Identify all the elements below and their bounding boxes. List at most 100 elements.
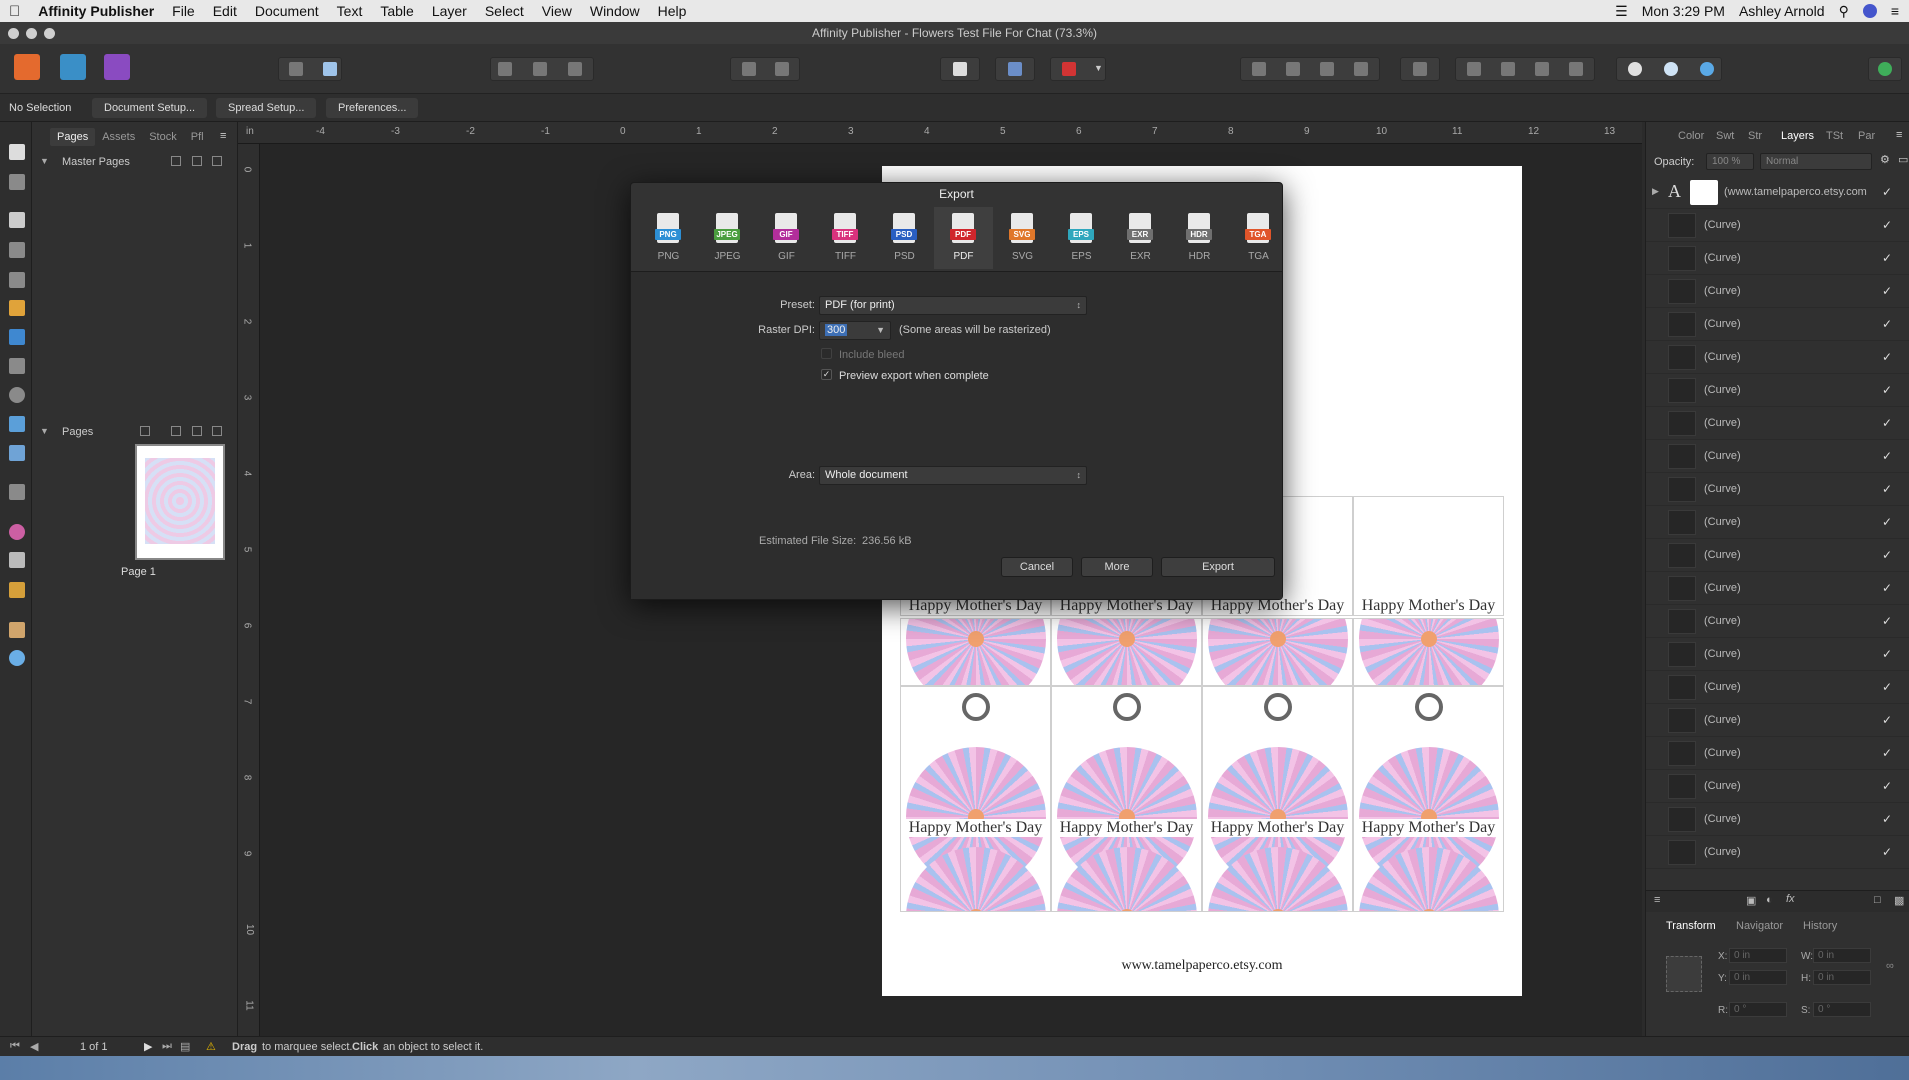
vertical-ruler[interactable]: 0 1 2 3 4 5 6 7 8 9 10 11: [238, 144, 260, 1042]
last-page-icon[interactable]: ⏭: [162, 1040, 172, 1053]
layer-visible-check[interactable]: ✓: [1882, 779, 1892, 793]
tab-pages[interactable]: Pages: [50, 128, 96, 146]
tab-history[interactable]: History: [1803, 920, 1837, 932]
cancel-button[interactable]: Cancel: [1001, 557, 1073, 577]
layer-row[interactable]: (Curve) ✓: [1646, 506, 1909, 539]
opacity-field[interactable]: 100 %: [1706, 153, 1754, 170]
adjustment-icon[interactable]: ◐: [1766, 894, 1773, 906]
layer-row[interactable]: (Curve) ✓: [1646, 671, 1909, 704]
user-account-icon[interactable]: [1878, 62, 1892, 76]
layer-visible-check[interactable]: ✓: [1882, 746, 1892, 760]
layer-row[interactable]: (Curve) ✓: [1646, 539, 1909, 572]
format-pdf[interactable]: PDF PDF: [934, 207, 993, 269]
layer-visible-check[interactable]: ✓: [1882, 548, 1892, 562]
subtract-shape-icon[interactable]: [1664, 62, 1678, 76]
fill-tool-icon[interactable]: [9, 552, 25, 568]
layer-visible-check[interactable]: ✓: [1882, 284, 1892, 298]
tab-navigator[interactable]: Navigator: [1736, 920, 1783, 932]
layer-row[interactable]: (Curve) ✓: [1646, 374, 1909, 407]
tab-text-styles[interactable]: TSt: [1826, 130, 1843, 142]
gift-tag[interactable]: Happy Mother's Day: [1202, 686, 1353, 912]
intersect-shape-icon[interactable]: [1700, 62, 1714, 76]
layer-visible-check[interactable]: ✓: [1882, 482, 1892, 496]
spotlight-icon[interactable]: ⚲: [1839, 3, 1849, 20]
ellipse-frame-tool-icon[interactable]: [9, 387, 25, 403]
tab-stroke[interactable]: Str: [1748, 130, 1762, 142]
fx-icon[interactable]: fx: [1786, 893, 1795, 905]
gift-tag[interactable]: Happy Mother's Day: [1051, 686, 1202, 912]
gift-tag-bottom[interactable]: [900, 618, 1051, 686]
format-tiff[interactable]: TIFF TIFF: [816, 207, 875, 269]
format-hdr[interactable]: HDR HDR: [1170, 207, 1229, 269]
blend-mode-select[interactable]: Normal: [1760, 153, 1872, 170]
preset-select[interactable]: PDF (for print) ↕: [819, 296, 1087, 315]
website-text[interactable]: www.tamelpaperco.etsy.com: [882, 958, 1522, 974]
layer-row[interactable]: (Curve) ✓: [1646, 209, 1909, 242]
layer-row[interactable]: (Curve) ✓: [1646, 605, 1909, 638]
layer-row[interactable]: (Curve) ✓: [1646, 638, 1909, 671]
menu-table[interactable]: Table: [371, 3, 422, 19]
rotate-left-icon[interactable]: [1535, 62, 1549, 76]
table-tool-icon[interactable]: [9, 242, 25, 258]
menu-window[interactable]: Window: [581, 3, 649, 19]
expand-arrow-icon[interactable]: ▶: [1652, 186, 1659, 197]
preflight-icon[interactable]: [289, 62, 303, 76]
clock[interactable]: Mon 3:29 PM: [1642, 3, 1725, 19]
view-clip-icon[interactable]: [568, 62, 582, 76]
artistic-text-tool-icon[interactable]: [9, 272, 25, 288]
layer-stack-icon[interactable]: ≡: [1654, 894, 1660, 906]
shear-field[interactable]: 0 °: [1813, 1002, 1871, 1017]
tab-transform[interactable]: Transform: [1666, 920, 1716, 932]
area-select[interactable]: Whole document ↕: [819, 466, 1087, 485]
move-tool-icon[interactable]: [9, 144, 25, 160]
picture-frame-tool-icon[interactable]: [9, 358, 25, 374]
anchor-point-icon[interactable]: [1666, 956, 1702, 992]
user-name[interactable]: Ashley Arnold: [1739, 3, 1825, 19]
publisher-persona-icon[interactable]: [14, 54, 40, 80]
crop-tool-icon[interactable]: [9, 484, 25, 500]
rotate-right-icon[interactable]: [1569, 62, 1583, 76]
gift-tag-bottom[interactable]: [1202, 618, 1353, 686]
layer-visible-check[interactable]: ✓: [1882, 713, 1892, 727]
eyedropper-tool-icon[interactable]: [9, 582, 25, 598]
layer-row[interactable]: (Curve) ✓: [1646, 803, 1909, 836]
master-pages-collapse-icon[interactable]: ▼: [40, 156, 49, 166]
menu-edit[interactable]: Edit: [204, 3, 246, 19]
rotation-field[interactable]: 0 °: [1729, 1002, 1787, 1017]
siri-icon[interactable]: [1862, 4, 1877, 18]
h-field[interactable]: 0 in: [1813, 970, 1871, 985]
move-front-icon[interactable]: [1354, 62, 1368, 76]
x-field[interactable]: 0 in: [1729, 948, 1787, 963]
frame-text-tool-icon[interactable]: [9, 212, 25, 228]
node-tool-icon[interactable]: [9, 174, 25, 190]
format-png[interactable]: PNG PNG: [639, 207, 698, 269]
raster-dpi-field[interactable]: 300 ▼: [819, 321, 891, 340]
gift-tag[interactable]: Happy Mother's Day: [1353, 496, 1504, 616]
mask-icon[interactable]: ▣: [1746, 894, 1756, 907]
layer-visible-check[interactable]: ✓: [1882, 416, 1892, 430]
dropdown-arrow-icon[interactable]: ▼: [876, 322, 885, 339]
layer-row[interactable]: ▶ A (www.tamelpaperco.etsy.com ✓: [1646, 176, 1909, 209]
format-jpeg[interactable]: JPEG JPEG: [698, 207, 757, 269]
format-tga[interactable]: TGA TGA: [1229, 207, 1288, 269]
tab-paragraph[interactable]: Par: [1858, 130, 1875, 142]
menu-help[interactable]: Help: [649, 3, 696, 19]
document-setup-button[interactable]: Document Setup...: [92, 98, 208, 118]
layer-visible-check[interactable]: ✓: [1882, 614, 1892, 628]
apple-icon[interactable]: : [0, 3, 29, 20]
notification-center-icon[interactable]: ≡: [1891, 3, 1899, 19]
photo-persona-icon[interactable]: [60, 54, 86, 80]
snapping-dropdown-icon[interactable]: ▼: [1094, 63, 1103, 73]
gear-icon[interactable]: ⚙: [1880, 153, 1890, 166]
layer-row[interactable]: (Curve) ✓: [1646, 473, 1909, 506]
gift-tag[interactable]: Happy Mother's Day: [900, 686, 1051, 912]
zoom-tool-icon[interactable]: [9, 650, 25, 666]
page-delete-icon[interactable]: [212, 426, 222, 436]
add-shape-icon[interactable]: [1628, 62, 1642, 76]
zoom-window-button[interactable]: [44, 28, 55, 39]
flip-horizontal-icon[interactable]: [1467, 62, 1481, 76]
color-picker-tool-icon[interactable]: [9, 524, 25, 540]
notification-bell-icon[interactable]: ⚠: [206, 1040, 216, 1053]
layer-visible-check[interactable]: ✓: [1882, 449, 1892, 463]
master-add-icon[interactable]: [171, 156, 181, 166]
